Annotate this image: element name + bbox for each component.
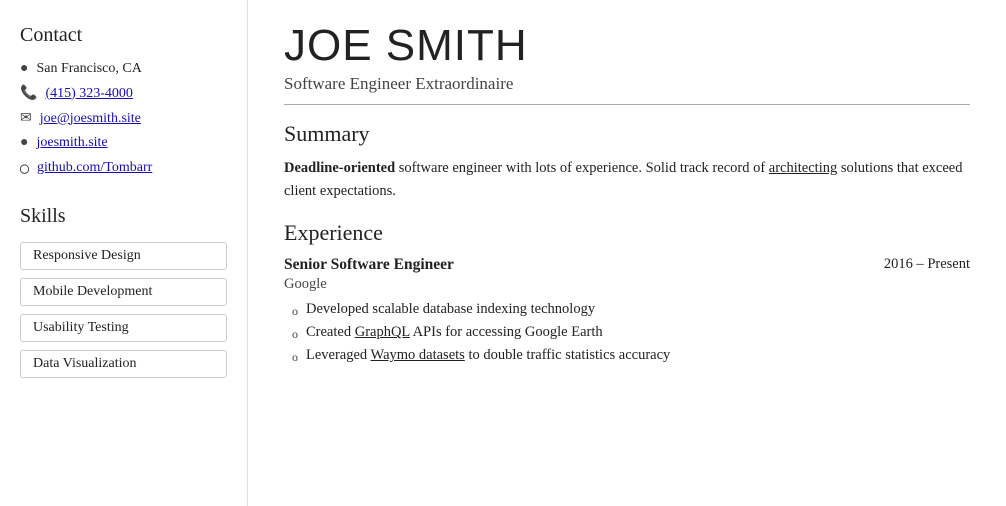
bullet-icon-2: o: [292, 350, 298, 365]
job-bullets-0: o Developed scalable database indexing t…: [284, 301, 970, 365]
contact-list: ● San Francisco, CA 📞 (415) 323-4000 ✉ j…: [20, 61, 227, 177]
contact-github[interactable]: ◯ github.com/Tombarr: [20, 159, 227, 177]
website-link[interactable]: joesmith.site: [36, 135, 107, 151]
skill-item-3: Data Visualization: [20, 350, 227, 378]
github-icon: ◯: [20, 159, 29, 177]
bullet-icon-1: o: [292, 327, 298, 342]
contact-email[interactable]: ✉ joe@joesmith.site: [20, 110, 227, 127]
bullet-text-2: Leveraged Waymo datasets to double traff…: [306, 347, 670, 364]
name-divider: [284, 104, 970, 105]
resume-subtitle: Software Engineer Extraordinaire: [284, 74, 970, 94]
skill-item-2: Usability Testing: [20, 314, 227, 342]
contact-phone[interactable]: 📞 (415) 323-4000: [20, 85, 227, 102]
contact-heading: Contact: [20, 24, 227, 47]
job-title-0: Senior Software Engineer: [284, 256, 454, 274]
github-link[interactable]: github.com/Tombarr: [37, 160, 152, 176]
job-header-0: Senior Software Engineer 2016 – Present: [284, 256, 970, 274]
globe-icon: ●: [20, 135, 28, 151]
experience-heading: Experience: [284, 220, 970, 246]
contact-location: ● San Francisco, CA: [20, 61, 227, 77]
skills-list: Responsive Design Mobile Development Usa…: [20, 242, 227, 386]
summary-text: Deadline-oriented software engineer with…: [284, 157, 970, 202]
summary-underline-word: architecting: [769, 160, 837, 176]
email-link[interactable]: joe@joesmith.site: [40, 111, 141, 127]
skill-item-1: Mobile Development: [20, 278, 227, 306]
bullet-text-0: Developed scalable database indexing tec…: [306, 301, 595, 318]
job-dates-0: 2016 – Present: [884, 256, 970, 273]
main-content: JOE SMITH Software Engineer Extraordinai…: [248, 0, 1006, 506]
skills-heading: Skills: [20, 205, 227, 228]
contact-website[interactable]: ● joesmith.site: [20, 135, 227, 151]
sidebar: Contact ● San Francisco, CA 📞 (415) 323-…: [0, 0, 248, 506]
bullet-text-1: Created GraphQL APIs for accessing Googl…: [306, 324, 603, 341]
phone-link[interactable]: (415) 323-4000: [45, 86, 133, 102]
graphql-link: GraphQL: [355, 324, 410, 340]
phone-icon: 📞: [20, 85, 37, 102]
skills-section: Skills Responsive Design Mobile Developm…: [20, 205, 227, 386]
location-icon: ●: [20, 61, 28, 77]
skill-item-0: Responsive Design: [20, 242, 227, 270]
waymo-link: Waymo datasets: [371, 347, 465, 363]
resume-name: JOE SMITH: [284, 22, 970, 70]
bullet-icon-0: o: [292, 304, 298, 319]
summary-heading: Summary: [284, 121, 970, 147]
bullet-2: o Leveraged Waymo datasets to double tra…: [292, 347, 970, 365]
job-company-0: Google: [284, 276, 970, 293]
bullet-1: o Created GraphQL APIs for accessing Goo…: [292, 324, 970, 342]
summary-bold: Deadline-oriented: [284, 160, 395, 176]
email-icon: ✉: [20, 110, 32, 127]
job-entry-0: Senior Software Engineer 2016 – Present …: [284, 256, 970, 365]
location-text: San Francisco, CA: [36, 61, 141, 77]
bullet-0: o Developed scalable database indexing t…: [292, 301, 970, 319]
